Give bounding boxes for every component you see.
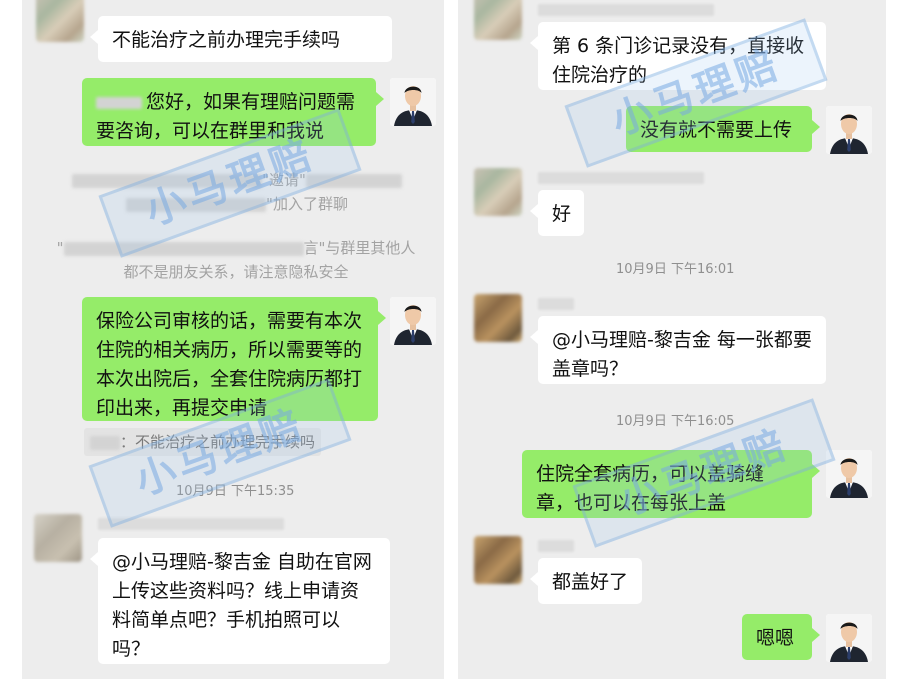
person-avatar-icon[interactable] bbox=[390, 78, 436, 126]
sender-name bbox=[538, 298, 574, 310]
user-avatar[interactable] bbox=[474, 294, 522, 342]
user-avatar[interactable] bbox=[36, 0, 84, 42]
sender-name bbox=[538, 4, 714, 16]
message-bubble: 好 bbox=[530, 190, 584, 236]
user-avatar[interactable] bbox=[474, 0, 522, 40]
message-bubble: @小马理赔-黎吉金 每一张都要盖章吗？ bbox=[530, 316, 826, 384]
timestamp: 10月9日 下午16:05 bbox=[616, 414, 735, 429]
person-avatar-icon[interactable] bbox=[826, 614, 872, 662]
user-avatar[interactable] bbox=[474, 536, 522, 584]
user-avatar[interactable] bbox=[34, 514, 82, 562]
right-chat-panel: 第 6 条门诊记录没有，直接收住院治疗的 没有就不需要上传 好 10月9日 下午… bbox=[458, 0, 886, 679]
blurred-mention bbox=[96, 96, 142, 109]
message-bubble: @小马理赔-黎吉金 自助在官网上传这些资料吗？线上申请资料简单点吧？手机拍照可以… bbox=[90, 538, 390, 664]
message-bubble: 都盖好了 bbox=[530, 558, 642, 604]
message-bubble: 不能治疗之前办理完手续吗 bbox=[90, 16, 392, 62]
timestamp: 10月9日 下午16:01 bbox=[616, 262, 735, 277]
message-bubble: 嗯嗯 bbox=[742, 614, 820, 660]
sender-name bbox=[538, 172, 704, 184]
privacy-notice: " 言"与群里其他人都不是朋友关系，请注意隐私安全 bbox=[56, 239, 416, 281]
user-avatar[interactable] bbox=[474, 168, 522, 216]
sender-name bbox=[538, 540, 574, 552]
person-avatar-icon[interactable] bbox=[826, 106, 872, 154]
left-chat-panel: 不能治疗之前办理完手续吗 您好，如果有理赔问题需要咨询，可以在群里和我说 "邀请… bbox=[22, 0, 444, 679]
person-avatar-icon[interactable] bbox=[390, 297, 436, 345]
